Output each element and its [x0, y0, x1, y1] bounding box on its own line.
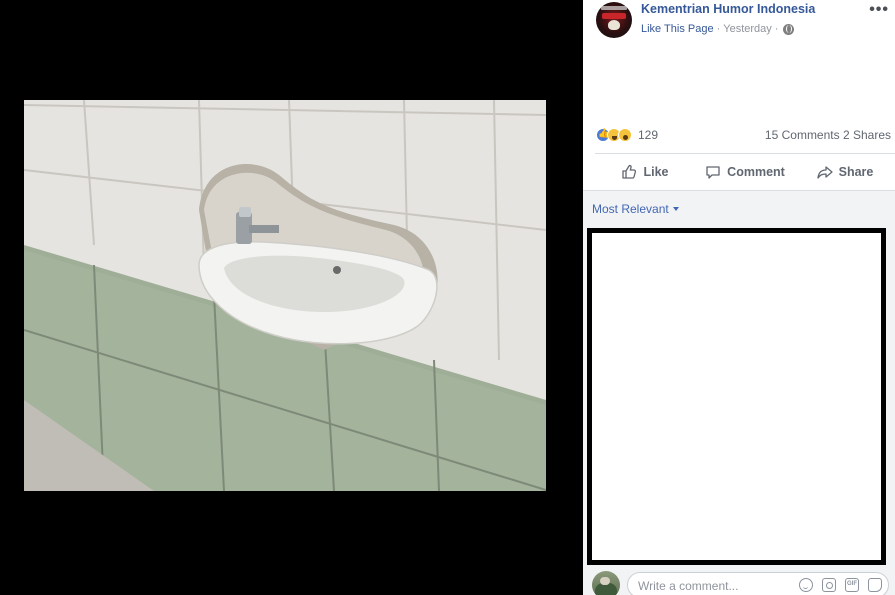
- like-button[interactable]: Like: [595, 164, 695, 180]
- comment-placeholder: Write a comment...: [638, 579, 739, 593]
- meta-separator: ·: [716, 23, 721, 35]
- sink-in-wall-photo: [24, 100, 546, 491]
- share-button[interactable]: Share: [795, 164, 895, 180]
- like-this-page-link[interactable]: Like This Page: [641, 23, 714, 35]
- share-icon: [816, 166, 833, 179]
- camera-icon[interactable]: [822, 578, 836, 592]
- post-meta: Like This Page · Yesterday ·: [641, 23, 795, 35]
- sticker-icon[interactable]: [868, 578, 882, 592]
- facebook-photo-viewer: Kementrian Humor Indonesia Like This Pag…: [0, 0, 895, 595]
- engagement-counts: 15 Comments 2 Shares: [765, 128, 891, 142]
- like-label: Like: [643, 165, 669, 179]
- comment-icon: [706, 166, 720, 179]
- avatar-face: [608, 20, 620, 30]
- post-sidebar: Kementrian Humor Indonesia Like This Pag…: [583, 0, 895, 595]
- emoji-icon[interactable]: [799, 578, 813, 592]
- globe-icon: [783, 23, 795, 35]
- page-name-link[interactable]: Kementrian Humor Indonesia: [641, 2, 815, 16]
- comment-composer: Write a comment... GIF: [583, 568, 895, 595]
- share-label: Share: [838, 165, 874, 179]
- avatar-logo-text: [601, 6, 627, 10]
- gif-icon[interactable]: GIF: [845, 578, 859, 592]
- avatar-band: [602, 13, 626, 19]
- reaction-count: 129: [638, 128, 659, 142]
- media-viewer: [0, 0, 583, 595]
- redacted-comments-area: [587, 228, 886, 565]
- shares-count-link[interactable]: 2 Shares: [843, 128, 891, 142]
- action-bar: Like Comment Share: [595, 154, 895, 190]
- comments-count-link[interactable]: 15 Comments: [765, 128, 840, 142]
- more-options-icon[interactable]: •••: [869, 1, 889, 19]
- reactions-summary[interactable]: 129: [596, 127, 658, 143]
- comment-label: Comment: [727, 165, 785, 179]
- chevron-down-icon: [672, 207, 679, 211]
- like-icon: [622, 164, 637, 179]
- comment-input[interactable]: Write a comment... GIF: [627, 572, 889, 595]
- meta-separator-2: ·: [774, 23, 779, 35]
- user-avatar[interactable]: [592, 571, 620, 595]
- comment-sort-label: Most Relevant: [592, 202, 669, 216]
- comment-sort-dropdown[interactable]: Most Relevant: [592, 202, 679, 216]
- post-timestamp[interactable]: Yesterday: [723, 23, 772, 35]
- comment-button[interactable]: Comment: [695, 164, 795, 180]
- page-avatar[interactable]: [596, 2, 632, 38]
- wow-reaction-icon: [618, 128, 632, 142]
- post-photo[interactable]: [24, 100, 546, 491]
- composer-icons: GIF: [799, 578, 882, 592]
